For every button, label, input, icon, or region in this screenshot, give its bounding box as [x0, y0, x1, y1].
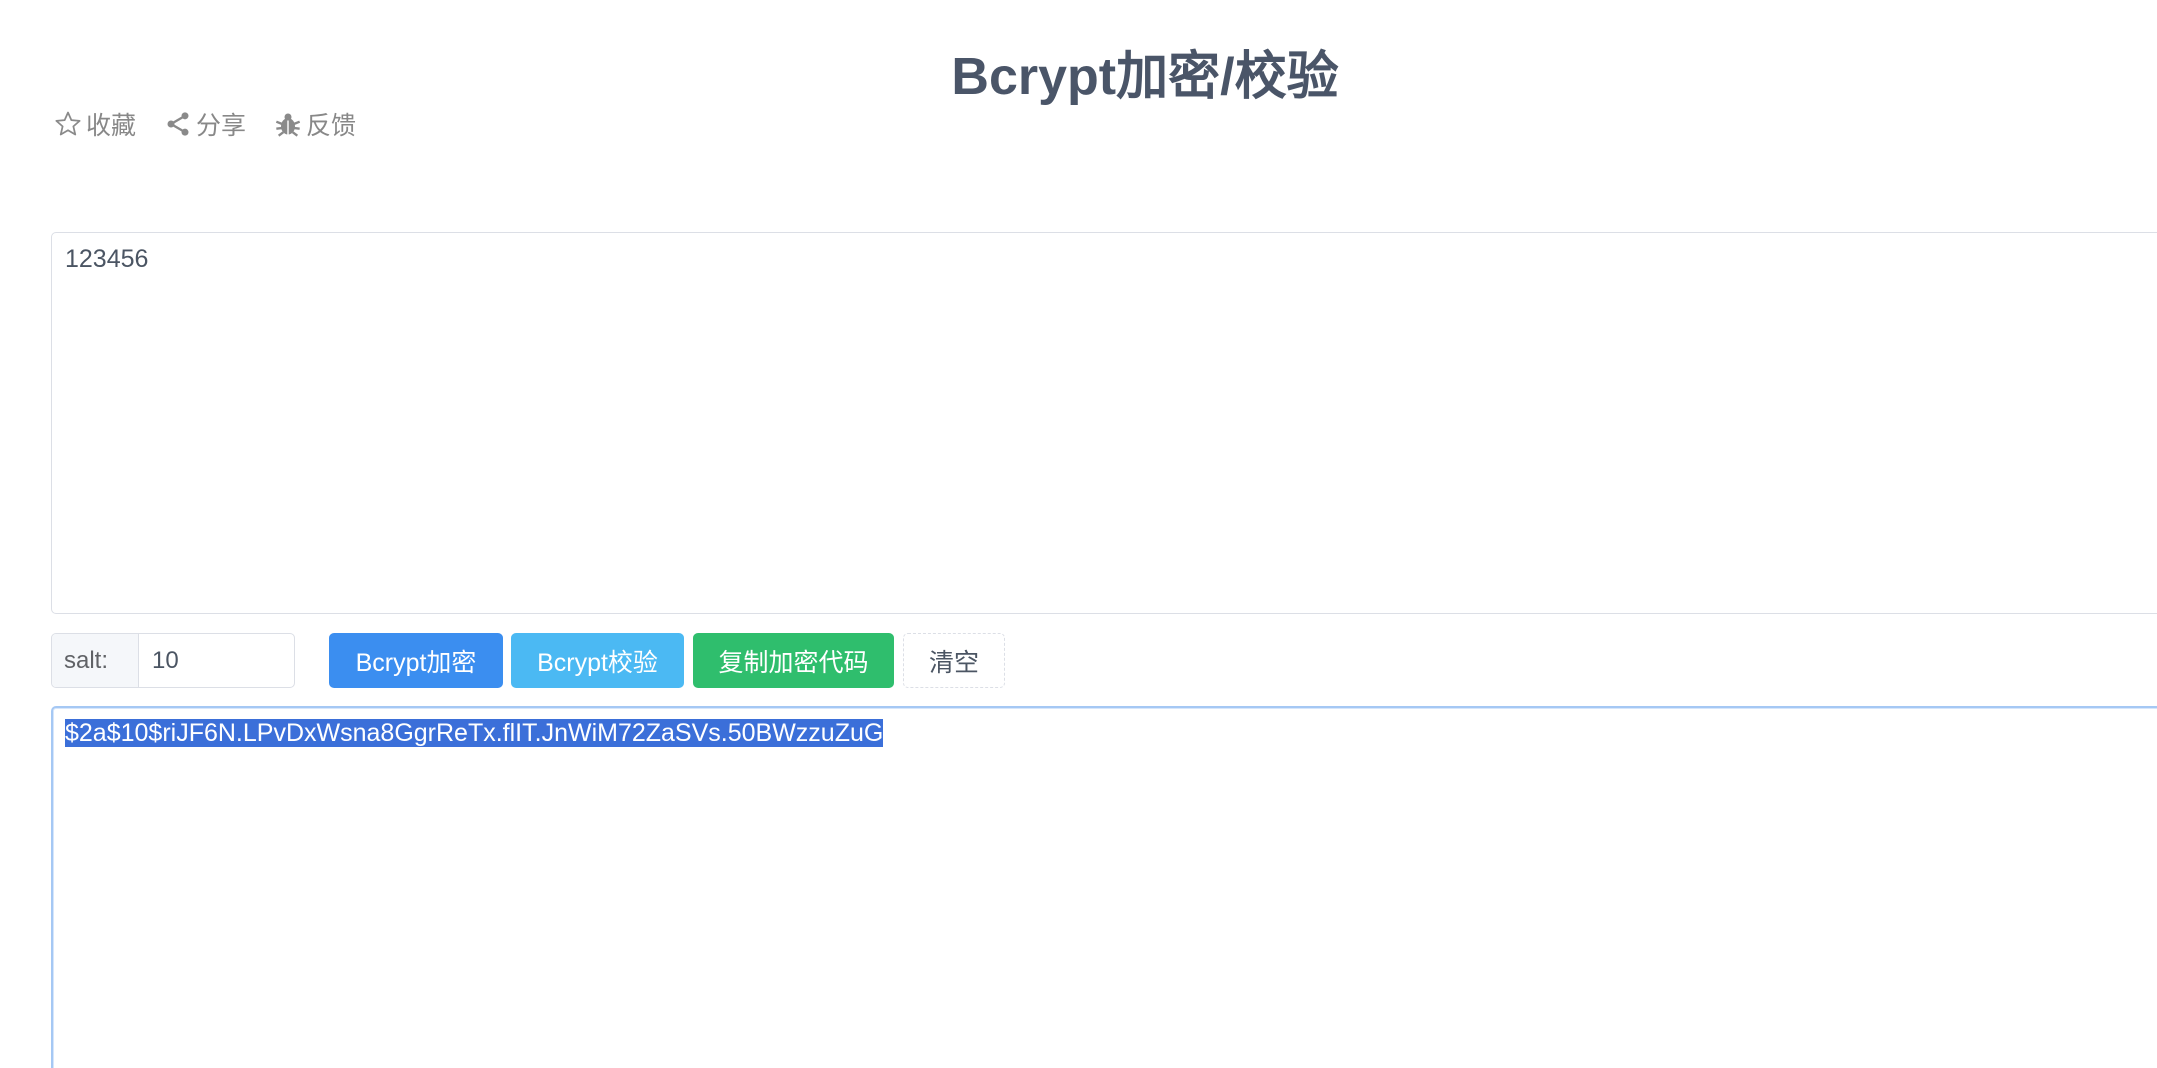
- feedback-label: 反馈: [306, 111, 357, 140]
- hash-output-value: $2a$10$riJF6N.LPvDxWsna8GgrReTx.flIT.JnW…: [65, 719, 884, 747]
- plaintext-input[interactable]: 123456: [51, 232, 2157, 614]
- controls-row: salt: 10 Bcrypt加密 Bcrypt校验 复制加密代码 清空: [51, 633, 1005, 688]
- action-toolbar: 收藏 分享 反馈: [52, 106, 356, 142]
- copy-encrypt-code-button[interactable]: 复制加密代码: [693, 633, 894, 688]
- plaintext-value: 123456: [65, 245, 149, 273]
- hash-output[interactable]: $2a$10$riJF6N.LPvDxWsna8GgrReTx.flIT.JnW…: [51, 706, 2157, 1068]
- bug-icon: [272, 108, 304, 140]
- clear-button[interactable]: 清空: [903, 633, 1005, 688]
- share-button[interactable]: 分享: [162, 106, 246, 142]
- page-title: Bcrypt加密/校验: [951, 48, 1339, 106]
- salt-field-group: salt: 10: [51, 633, 295, 688]
- share-nodes-icon: [162, 108, 194, 140]
- feedback-button[interactable]: 反馈: [272, 106, 356, 142]
- share-label: 分享: [196, 111, 247, 140]
- star-outline-icon: [52, 108, 84, 140]
- bcrypt-tool-page: Bcrypt加密/校验 收藏 分享 反馈 123456 salt: 10 Bcr…: [0, 0, 2157, 1068]
- bcrypt-encrypt-button[interactable]: Bcrypt加密: [329, 633, 503, 688]
- bcrypt-verify-button[interactable]: Bcrypt校验: [511, 633, 684, 688]
- salt-input[interactable]: 10: [139, 634, 294, 687]
- salt-value: 10: [152, 646, 179, 674]
- salt-label: salt:: [52, 634, 139, 687]
- favorite-label: 收藏: [86, 111, 137, 140]
- favorite-button[interactable]: 收藏: [52, 106, 136, 142]
